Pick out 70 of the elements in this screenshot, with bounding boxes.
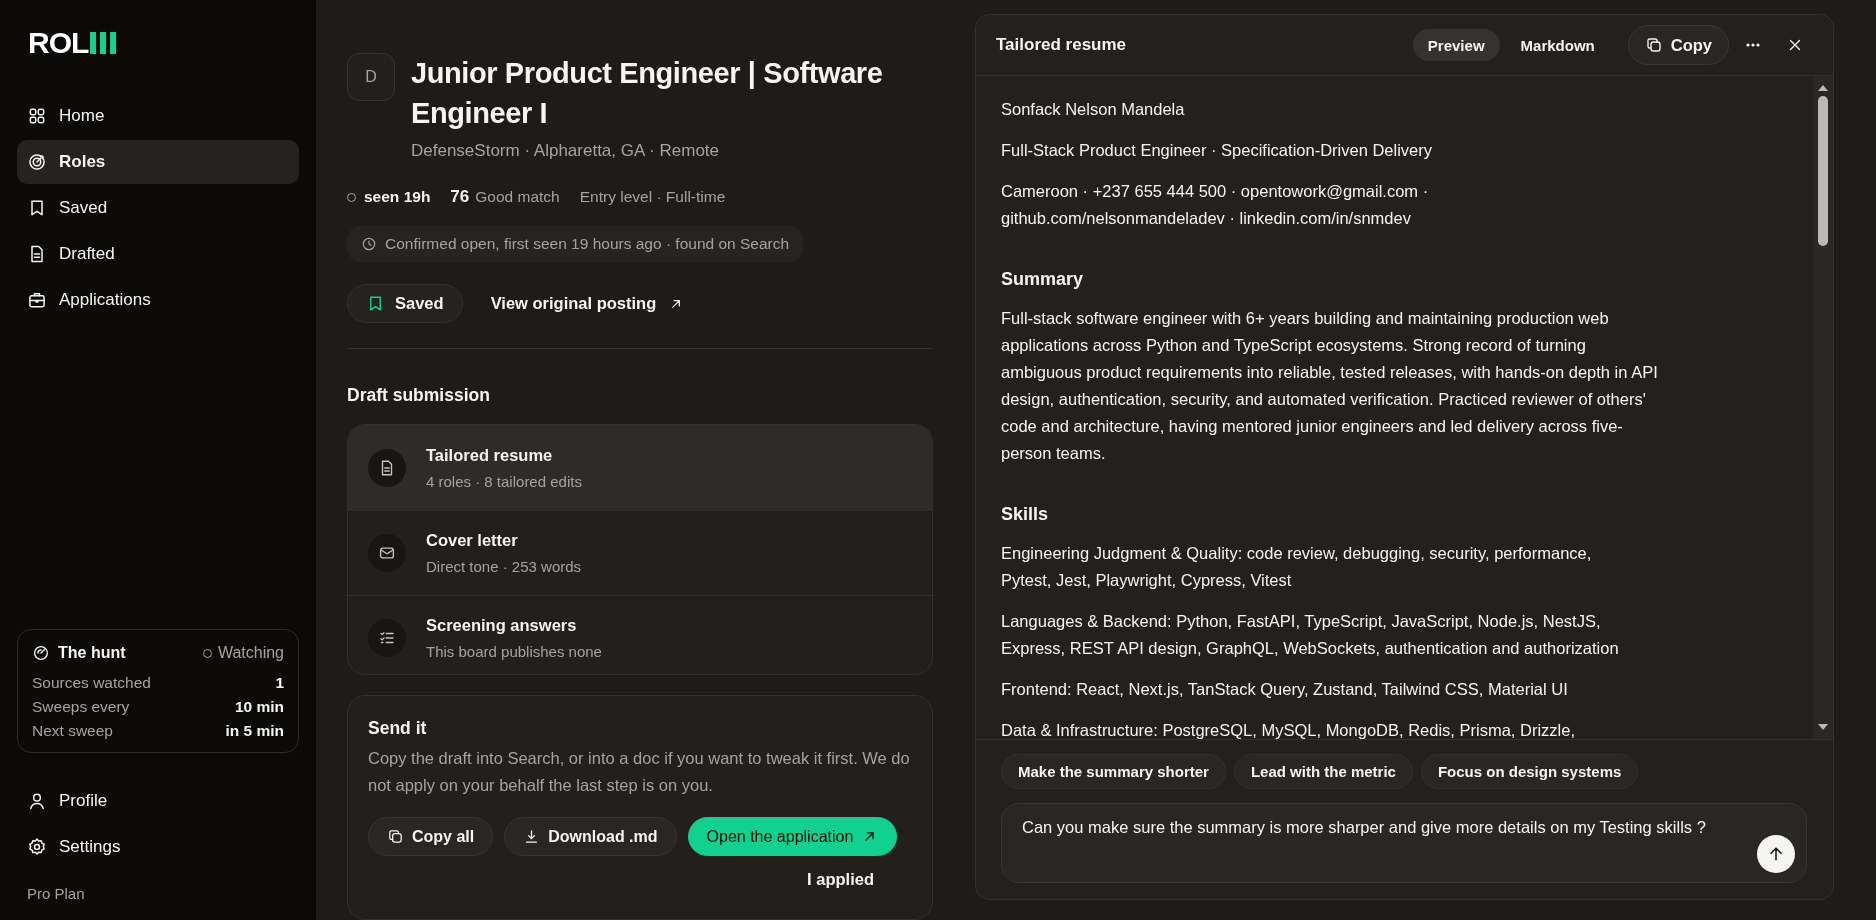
resume-text: Sonfack Nelson Mandela xyxy=(1001,99,1186,120)
briefcase-icon xyxy=(27,290,47,310)
action-button[interactable]: Copy all xyxy=(368,817,494,856)
job-level-type: Entry level · Full-time xyxy=(579,188,726,206)
resume-text: Engineering Judgment & Quality: code review, debugging, security, performance, Pytest, Jest, Playwright, Cypress, Vitest xyxy=(1001,543,1593,591)
prompt-field[interactable]: Can you make sure the summary is more sharper and give more details on my Testing skills ? xyxy=(1001,803,1807,883)
stat-label: Sources watched xyxy=(32,674,151,692)
send-description: Copy the draft into Search, or into a doc if you want to tweak it first. We do not apply on your behalf the last step is on you. xyxy=(368,748,911,796)
send-heading: Send it xyxy=(368,718,428,739)
suggestion-chip[interactable]: Focus on design systems xyxy=(1420,754,1639,789)
more-icon xyxy=(1746,43,1760,47)
resume-heading: Skills xyxy=(1001,503,1050,526)
target-icon xyxy=(27,152,47,172)
resume-text: Full-Stack Product Engineer · Specification-Driven Delivery xyxy=(1001,140,1433,161)
clock-icon xyxy=(361,236,377,253)
scroll-up-icon[interactable] xyxy=(1817,84,1829,92)
stat-label: Sweeps every xyxy=(32,698,130,716)
nav-item[interactable]: Home xyxy=(17,94,299,138)
nav-item[interactable]: Applications xyxy=(17,278,299,322)
nav-item[interactable]: Roles xyxy=(17,140,299,184)
action-button[interactable]: Download .md xyxy=(504,817,677,856)
stat-label: Next sweep xyxy=(32,722,113,740)
logo-bars-icon xyxy=(89,31,118,55)
view-tab[interactable]: Markdown xyxy=(1505,29,1610,61)
nav-item[interactable]: Saved xyxy=(17,186,299,230)
copy-button[interactable]: Copy xyxy=(1627,25,1729,65)
view-tab[interactable]: Preview xyxy=(1412,29,1500,61)
scroll-thumb[interactable] xyxy=(1818,96,1828,246)
user-icon xyxy=(27,791,47,811)
settings-icon xyxy=(27,837,47,857)
suggestion-chip[interactable]: Lead with the metric xyxy=(1233,754,1413,789)
panel-title: Tailored resume xyxy=(996,35,1127,55)
nav-item[interactable]: Profile xyxy=(17,779,299,823)
section-heading: Draft submission xyxy=(347,385,491,407)
nav-item[interactable]: Settings xyxy=(17,825,299,869)
applied-link[interactable]: I applied xyxy=(807,870,874,889)
status-note: Confirmed open, first seen 19 hours ago · found on Search xyxy=(347,226,804,263)
match-label: Good match xyxy=(475,188,560,206)
seen-time: seen 19h xyxy=(347,188,431,206)
scrollbar[interactable] xyxy=(1813,76,1833,739)
resume-text: Languages & Backend: Python, FastAPI, TypeScript, JavaScript, Node.js, NestJS, Express, REST API design, GraphQL, WebSockets, authentication and authorization xyxy=(1001,611,1620,659)
resume-text: Cameroon · +237 655 444 500 · opentowork@gmail.com · github.com/nelsonmandeladev · linkedin.com/in/snmdev xyxy=(1001,181,1430,229)
draft-item[interactable]: Screening answers This board publishes none xyxy=(348,595,932,674)
company-location: DefenseStorm · Alpharetta, GA · Remote xyxy=(411,141,721,161)
scroll-down-icon[interactable] xyxy=(1817,723,1829,731)
saved-button[interactable]: Saved xyxy=(347,284,463,324)
resume-heading: Summary xyxy=(1001,268,1085,291)
copy-icon xyxy=(387,828,404,845)
view-posting-link[interactable]: View original posting xyxy=(490,294,685,314)
resume-text: Full-stack software engineer with 6+ years building and maintaining production web applications across Python and TypeScript ecosystems. Strong record of turning ambiguous product requirements into reliable, tested releases, with hands-on depth in API design, authentication, security, and automated verification. Practiced reviewer of others' code and architecture, having mentored junior engineers and led delivery across five-person teams. xyxy=(1001,308,1659,464)
stat-value: in 5 min xyxy=(225,722,284,740)
suggestion-chip[interactable]: Make the summary shorter xyxy=(1001,754,1226,789)
draft-item[interactable]: Cover letter Direct tone · 253 words xyxy=(348,510,932,596)
hunt-title: The hunt xyxy=(58,644,126,662)
stat-value: 10 min xyxy=(234,698,284,716)
copy-icon xyxy=(1644,36,1663,54)
plan-label: Pro Plan xyxy=(27,885,86,902)
resume-text: Frontend: React, Next.js, TanStack Query, Zustand, Tailwind CSS, Material UI xyxy=(1001,679,1569,700)
nav-item[interactable]: Drafted xyxy=(17,232,299,276)
open-application-button[interactable]: Open the application xyxy=(687,817,898,856)
stat-value: 1 xyxy=(275,674,284,692)
watching-status: Watching xyxy=(202,644,284,662)
draft-item[interactable]: Tailored resume 4 roles · 8 tailored edits xyxy=(348,425,932,511)
company-logo: D xyxy=(347,53,395,101)
resume-text: Data & Infrastructure: PostgreSQL, MySQL, MongoDB, Redis, Prisma, Drizzle, xyxy=(1001,720,1577,739)
radar-icon xyxy=(32,644,50,662)
grid-icon xyxy=(27,106,47,126)
match-score: 76 xyxy=(450,187,470,207)
job-title: Junior Product Engineer | Software Engineer I xyxy=(411,56,884,131)
logo-wordmark: ROL xyxy=(28,28,89,58)
